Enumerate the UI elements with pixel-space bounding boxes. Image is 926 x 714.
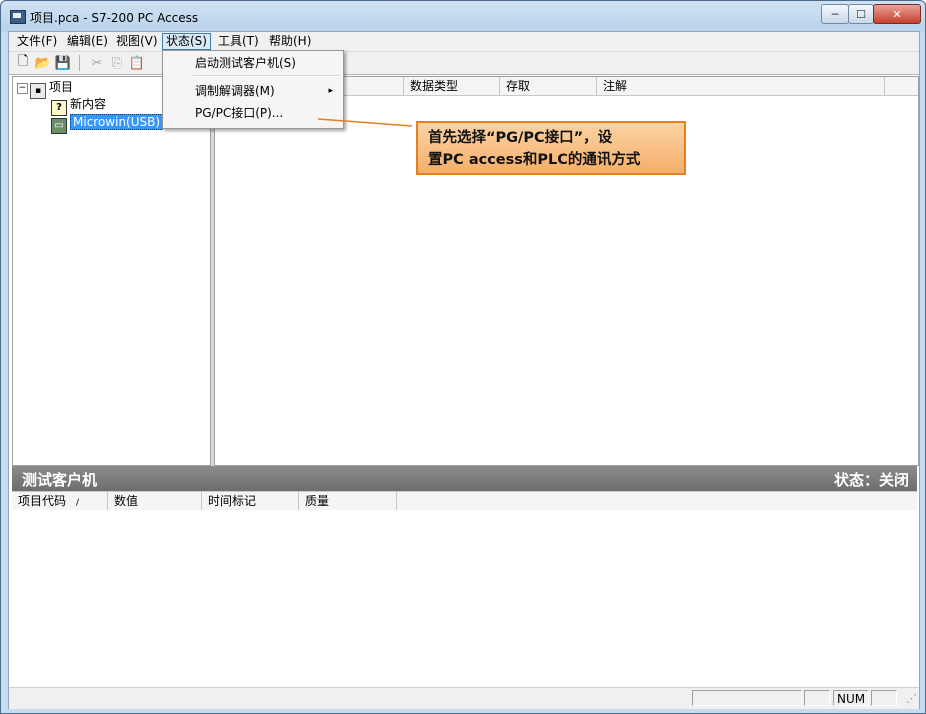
- col-value[interactable]: 数值: [108, 492, 202, 510]
- menu-tools[interactable]: 工具(T): [215, 34, 262, 49]
- toolbar-separator: [79, 55, 80, 71]
- menu-help[interactable]: 帮助(H): [266, 34, 314, 49]
- callout-pointer: [318, 118, 412, 127]
- status-bar: NUM ⋰: [9, 687, 919, 709]
- title-bar[interactable]: 项目.pca - S7-200 PC Access ─ ☐ ✕: [1, 1, 925, 31]
- menu-item-start-test-client[interactable]: 启动测试客户机(S): [165, 53, 341, 73]
- tree-label-microwin: Microwin(USB): [70, 114, 164, 130]
- test-client-status: 状态：关闭: [833, 471, 909, 489]
- minimize-button[interactable]: ─: [821, 4, 849, 24]
- status-cell-1: [692, 690, 802, 706]
- status-dropdown-menu: 启动测试客户机(S) 调制解调器(M) ▸ PG/PC接口(P)...: [162, 50, 344, 129]
- test-client-header: 项目代码 / 数值 时间标记 质量: [12, 491, 917, 511]
- maximize-button[interactable]: ☐: [848, 4, 874, 24]
- test-client-title: 测试客户机: [22, 471, 98, 489]
- pc-icon: ▭: [51, 118, 67, 134]
- col-comment[interactable]: 注解: [597, 77, 885, 95]
- menu-item-modem[interactable]: 调制解调器(M) ▸: [165, 81, 341, 101]
- close-button[interactable]: ✕: [873, 4, 921, 24]
- num-lock-indicator: NUM: [833, 690, 869, 706]
- cut-icon[interactable]: ✂: [89, 55, 105, 71]
- status-cell-2: [804, 690, 830, 706]
- window-title: 项目.pca - S7-200 PC Access: [30, 11, 199, 25]
- menu-item-pgpc-interface[interactable]: PG/PC接口(P)...: [165, 103, 341, 123]
- col-quality[interactable]: 质量: [299, 492, 397, 510]
- tree-item-microwin[interactable]: ▭ Microwin(USB): [51, 114, 164, 134]
- submenu-arrow-icon: ▸: [328, 86, 333, 96]
- status-cell-4: [871, 690, 897, 706]
- tree-item-new-content[interactable]: ? 新内容: [51, 96, 107, 116]
- menu-view[interactable]: 视图(V): [113, 34, 161, 49]
- app-icon: [10, 10, 26, 24]
- col-item-code[interactable]: 项目代码 /: [12, 492, 108, 510]
- annotation-callout: 首先选择“PG/PC接口”，设 置PC access和PLC的通讯方式: [416, 121, 686, 175]
- collapse-icon[interactable]: −: [17, 83, 28, 94]
- menu-separator: [193, 75, 339, 77]
- menu-edit[interactable]: 编辑(E): [64, 34, 111, 49]
- toolbar: 🗋 📂 💾 ✂ ⎘ 📋: [9, 52, 919, 75]
- menu-file[interactable]: 文件(F): [14, 34, 60, 49]
- app-window: 项目.pca - S7-200 PC Access ─ ☐ ✕ 文件(F) 编辑…: [0, 0, 926, 714]
- copy-icon[interactable]: ⎘: [109, 55, 125, 71]
- tree-label-project: 项目: [49, 80, 74, 94]
- col-timestamp[interactable]: 时间标记: [202, 492, 299, 510]
- test-client-panel: 测试客户机 状态：关闭 项目代码 / 数值 时间标记 质量: [12, 466, 917, 684]
- paste-icon[interactable]: 📋: [129, 55, 145, 71]
- callout-line-1: 首先选择“PG/PC接口”，设: [428, 130, 613, 146]
- project-tree[interactable]: − ▪ 项目 ? 新内容 ▭ Microwin(USB): [12, 76, 211, 466]
- menu-status[interactable]: 状态(S): [162, 33, 211, 50]
- new-file-icon[interactable]: 🗋: [15, 54, 31, 71]
- tree-label-new-content: 新内容: [70, 97, 107, 111]
- callout-line-2: 置PC access和PLC的通讯方式: [428, 152, 641, 168]
- col-data-type[interactable]: 数据类型: [404, 77, 500, 95]
- test-client-list[interactable]: [12, 510, 917, 684]
- sort-indicator-icon: /: [76, 498, 80, 508]
- col-access[interactable]: 存取: [500, 77, 597, 95]
- menu-bar: 文件(F) 编辑(E) 视图(V) 状态(S) 工具(T) 帮助(H): [9, 32, 919, 52]
- tree-item-project[interactable]: − ▪ 项目: [17, 79, 74, 99]
- save-icon[interactable]: 💾: [55, 55, 71, 71]
- resize-grip-icon[interactable]: ⋰: [906, 692, 917, 705]
- network-icon: ▪: [30, 83, 46, 99]
- open-folder-icon[interactable]: 📂: [35, 55, 51, 71]
- test-client-titlebar: 测试客户机 状态：关闭: [12, 466, 917, 491]
